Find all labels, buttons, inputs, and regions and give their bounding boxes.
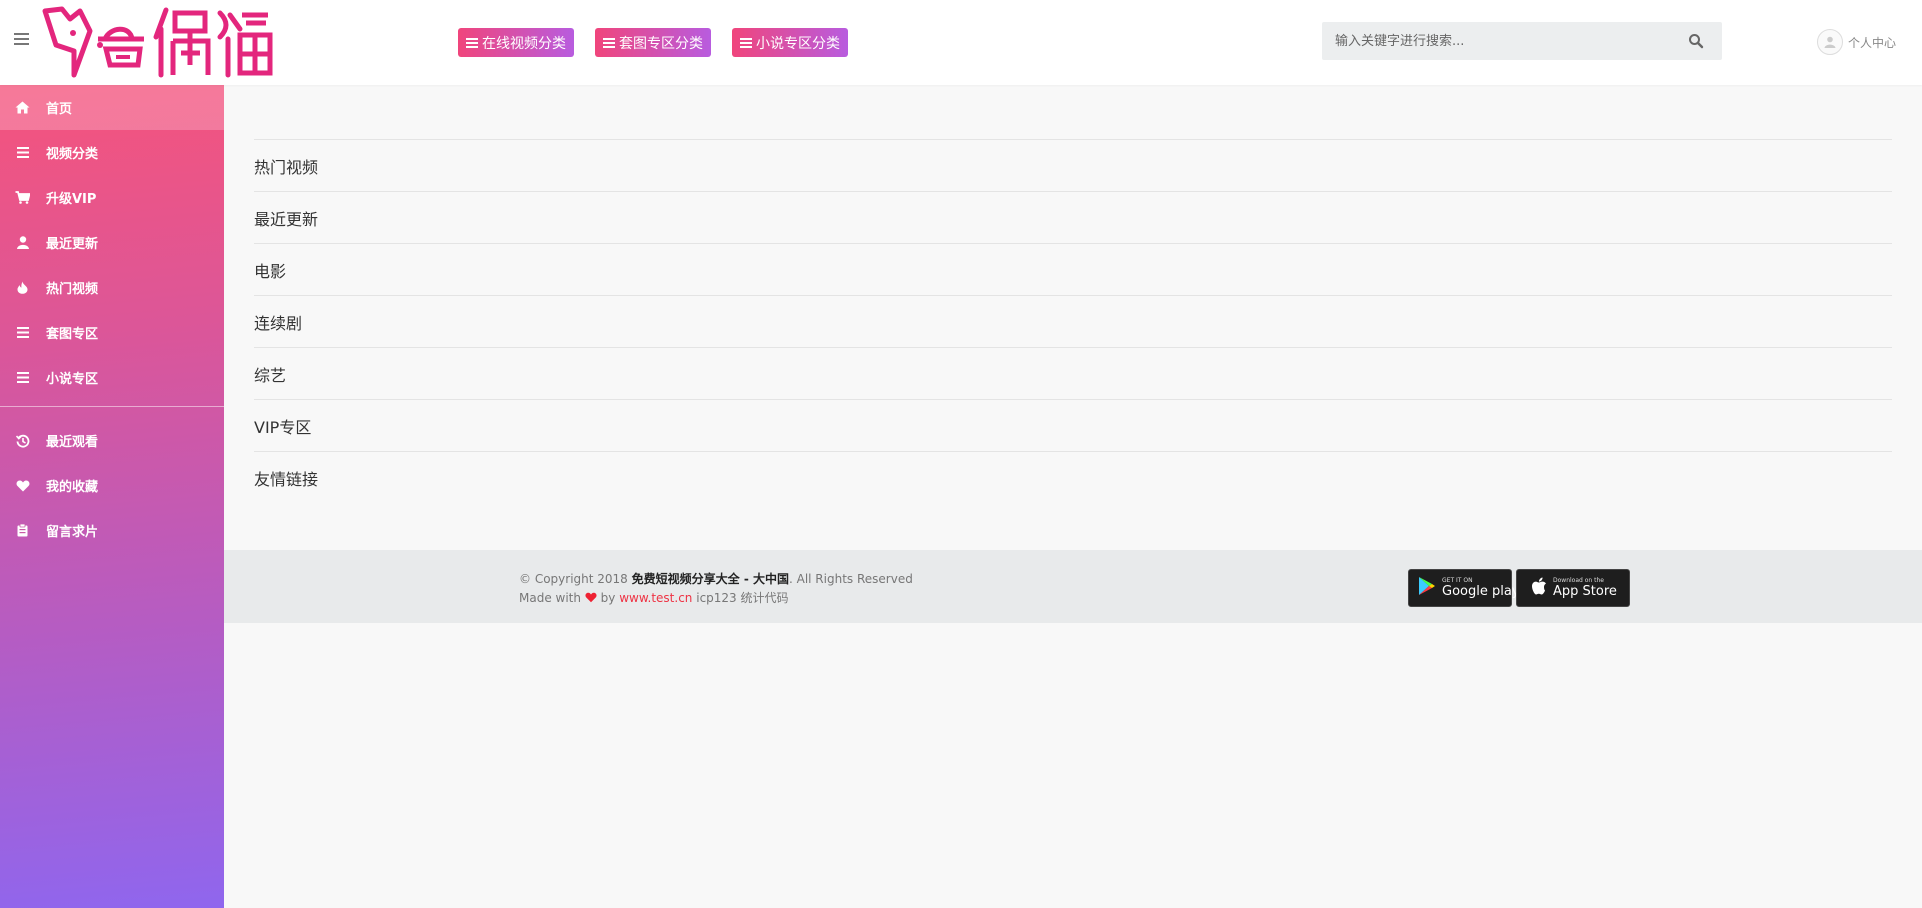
icp-text: icp123 统计代码 [696,591,789,605]
sidebar-item-upgrade-vip[interactable]: 升级VIP [0,175,224,220]
sidebar-item-video-categories[interactable]: 视频分类 [0,130,224,175]
apple-icon [1531,577,1547,600]
search-icon[interactable] [1688,33,1704,49]
main-content: 热门视频 最近更新 电影 连续剧 综艺 VIP专区 友情链接 [224,85,1922,504]
sidebar-item-label: 首页 [46,102,73,117]
list-icon [15,325,30,340]
sidebar-item-hot-videos[interactable]: 热门视频 [0,265,224,310]
sidebar-item-label: 热门视频 [46,282,99,297]
sidebar-item-label: 最近观看 [46,435,99,450]
by-text: by [600,591,616,605]
tab-label: 小说专区分类 [756,35,840,52]
history-icon [15,433,30,448]
tab-photo-categories[interactable]: 套图专区分类 [595,28,711,57]
app-store-buttons: GET IT ON Google play Download on the Ap… [1408,569,1630,607]
sidebar-item-favorites[interactable]: 我的收藏 [0,463,224,508]
avatar [1817,29,1843,55]
tab-label: 在线视频分类 [482,35,566,52]
clipboard-icon [15,523,30,538]
section-movies[interactable]: 电影 [254,244,1892,296]
list-icon [466,37,478,48]
footer: © Copyright 2018 免费短视频分享大全 - 大中国. All Ri… [224,550,1922,623]
sidebar-item-recently-watched[interactable]: 最近观看 [0,418,224,463]
sidebar-item-request-video[interactable]: 留言求片 [0,508,224,553]
section-list: 热门视频 最近更新 电影 连续剧 综艺 VIP专区 友情链接 [254,139,1892,504]
app-store-label: App Store [1553,584,1617,599]
fire-icon [15,280,30,295]
google-play-label: Google play [1442,584,1520,599]
tab-novel-categories[interactable]: 小说专区分类 [732,28,848,57]
footer-copyright: © Copyright 2018 免费短视频分享大全 - 大中国. All Ri… [519,570,913,608]
sidebar-item-novel-zone[interactable]: 小说专区 [0,355,224,400]
list-icon [15,370,30,385]
user-icon [15,235,30,250]
sidebar: 首页 视频分类 升级VIP 最近更新 热门视频 套图专区 小说专区 最近观看 我… [0,85,224,908]
footer-site-link[interactable]: www.test.cn [619,591,692,605]
sidebar-item-label: 留言求片 [46,525,99,540]
tab-video-categories[interactable]: 在线视频分类 [458,28,574,57]
top-category-tabs: 在线视频分类 套图专区分类 小说专区分类 [458,28,848,57]
google-play-small: GET IT ON [1442,577,1473,584]
copyright-prefix: © Copyright 2018 [519,572,628,586]
sidebar-divider [0,406,224,407]
section-tv-series[interactable]: 连续剧 [254,296,1892,348]
sidebar-item-home[interactable]: 首页 [0,85,224,130]
sidebar-item-photo-zone[interactable]: 套图专区 [0,310,224,355]
sidebar-item-label: 套图专区 [46,327,99,342]
site-logo[interactable] [40,5,275,80]
sidebar-item-latest-updates[interactable]: 最近更新 [0,220,224,265]
user-center-label: 个人中心 [1848,35,1897,50]
sidebar-item-label: 升级VIP [46,192,97,207]
section-hot-videos[interactable]: 热门视频 [254,140,1892,192]
cart-icon [15,190,30,205]
list-icon [603,37,615,48]
heart-icon [15,478,30,493]
user-center-link[interactable]: 个人中心 [1817,29,1896,55]
menu-toggle-icon[interactable] [14,33,29,45]
home-icon [15,100,30,115]
section-latest-updates[interactable]: 最近更新 [254,192,1892,244]
google-play-icon [1418,576,1436,600]
list-icon [740,37,752,48]
site-name[interactable]: 免费短视频分享大全 - 大中国 [632,572,789,586]
sidebar-item-label: 我的收藏 [46,480,99,495]
search-box [1322,22,1722,60]
section-variety[interactable]: 综艺 [254,348,1892,400]
search-input[interactable] [1322,22,1662,60]
made-with-text: Made with [519,591,581,605]
tab-label: 套图专区分类 [619,35,703,52]
sidebar-item-label: 视频分类 [46,147,99,162]
google-play-button[interactable]: GET IT ON Google play [1408,569,1520,607]
rights-text: . All Rights Reserved [788,572,913,586]
top-header: 在线视频分类 套图专区分类 小说专区分类 个人中心 [0,0,1922,85]
section-vip-zone[interactable]: VIP专区 [254,400,1892,452]
section-friend-links[interactable]: 友情链接 [254,452,1892,504]
app-store-button[interactable]: Download on the App Store [1516,569,1630,607]
app-store-small: Download on the [1553,577,1604,584]
list-icon [15,145,30,160]
heart-icon [585,590,597,603]
sidebar-item-label: 最近更新 [46,237,99,252]
sidebar-item-label: 小说专区 [46,372,99,387]
